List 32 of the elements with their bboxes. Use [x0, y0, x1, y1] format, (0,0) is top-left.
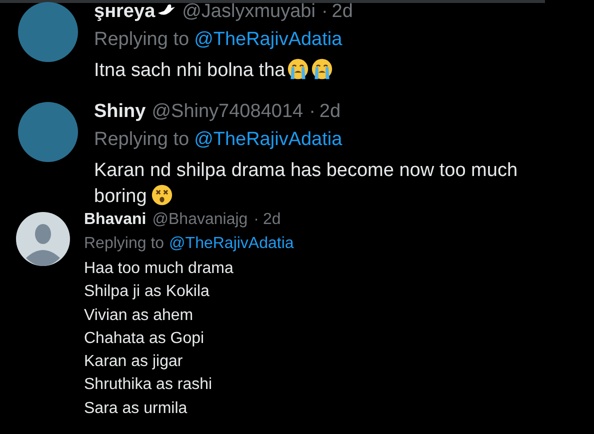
post-text: boring [94, 186, 147, 207]
mention-link[interactable]: @TheRajivAdatia [194, 126, 342, 154]
separator-dot: · [254, 210, 259, 230]
separator-dot: · [321, 0, 328, 24]
post-time[interactable]: 2d [332, 0, 353, 26]
default-avatar-icon[interactable] [16, 212, 70, 266]
user-handle[interactable]: @Jaslyxmuyabi [182, 0, 316, 26]
user-handle[interactable]: @Bhavaniajg [152, 208, 248, 232]
crying-face-icon [311, 58, 334, 80]
replying-label: Replying to [84, 234, 164, 254]
crying-face-icon [287, 58, 310, 80]
post-text: Shilpa ji as Kokila [84, 283, 210, 300]
mention-link[interactable]: @TheRajivAdatia [194, 26, 342, 54]
post-text: Haa too much drama [84, 260, 234, 277]
post-time[interactable]: 2d [319, 98, 341, 126]
post-text: Shruthika as rashi [84, 376, 212, 394]
separator-dot: · [309, 100, 316, 124]
post-text: Itna sach nhi bolna tha [94, 60, 286, 81]
mention-link[interactable]: @TheRajivAdatia [169, 232, 294, 255]
user-name[interactable]: Shiny [94, 98, 146, 126]
replying-label: Replying to [94, 128, 190, 152]
post-text: Karan nd shilpa drama has become now too much [94, 160, 518, 181]
post-text: Chahata as Gopi [84, 330, 204, 347]
dizzy-face-icon [150, 184, 173, 206]
user-handle[interactable]: @Shiny74084014 [152, 98, 304, 126]
post-text: Vivian as ahem [84, 306, 194, 324]
post-text: Karan as jigar [84, 353, 183, 370]
post-text: Sara as urmila [84, 400, 188, 417]
user-name[interactable]: Bhavani [84, 208, 146, 232]
replying-label: Replying to [94, 28, 190, 52]
user-name[interactable]: şнreya [94, 0, 156, 26]
post-time[interactable]: 2d [263, 208, 281, 232]
